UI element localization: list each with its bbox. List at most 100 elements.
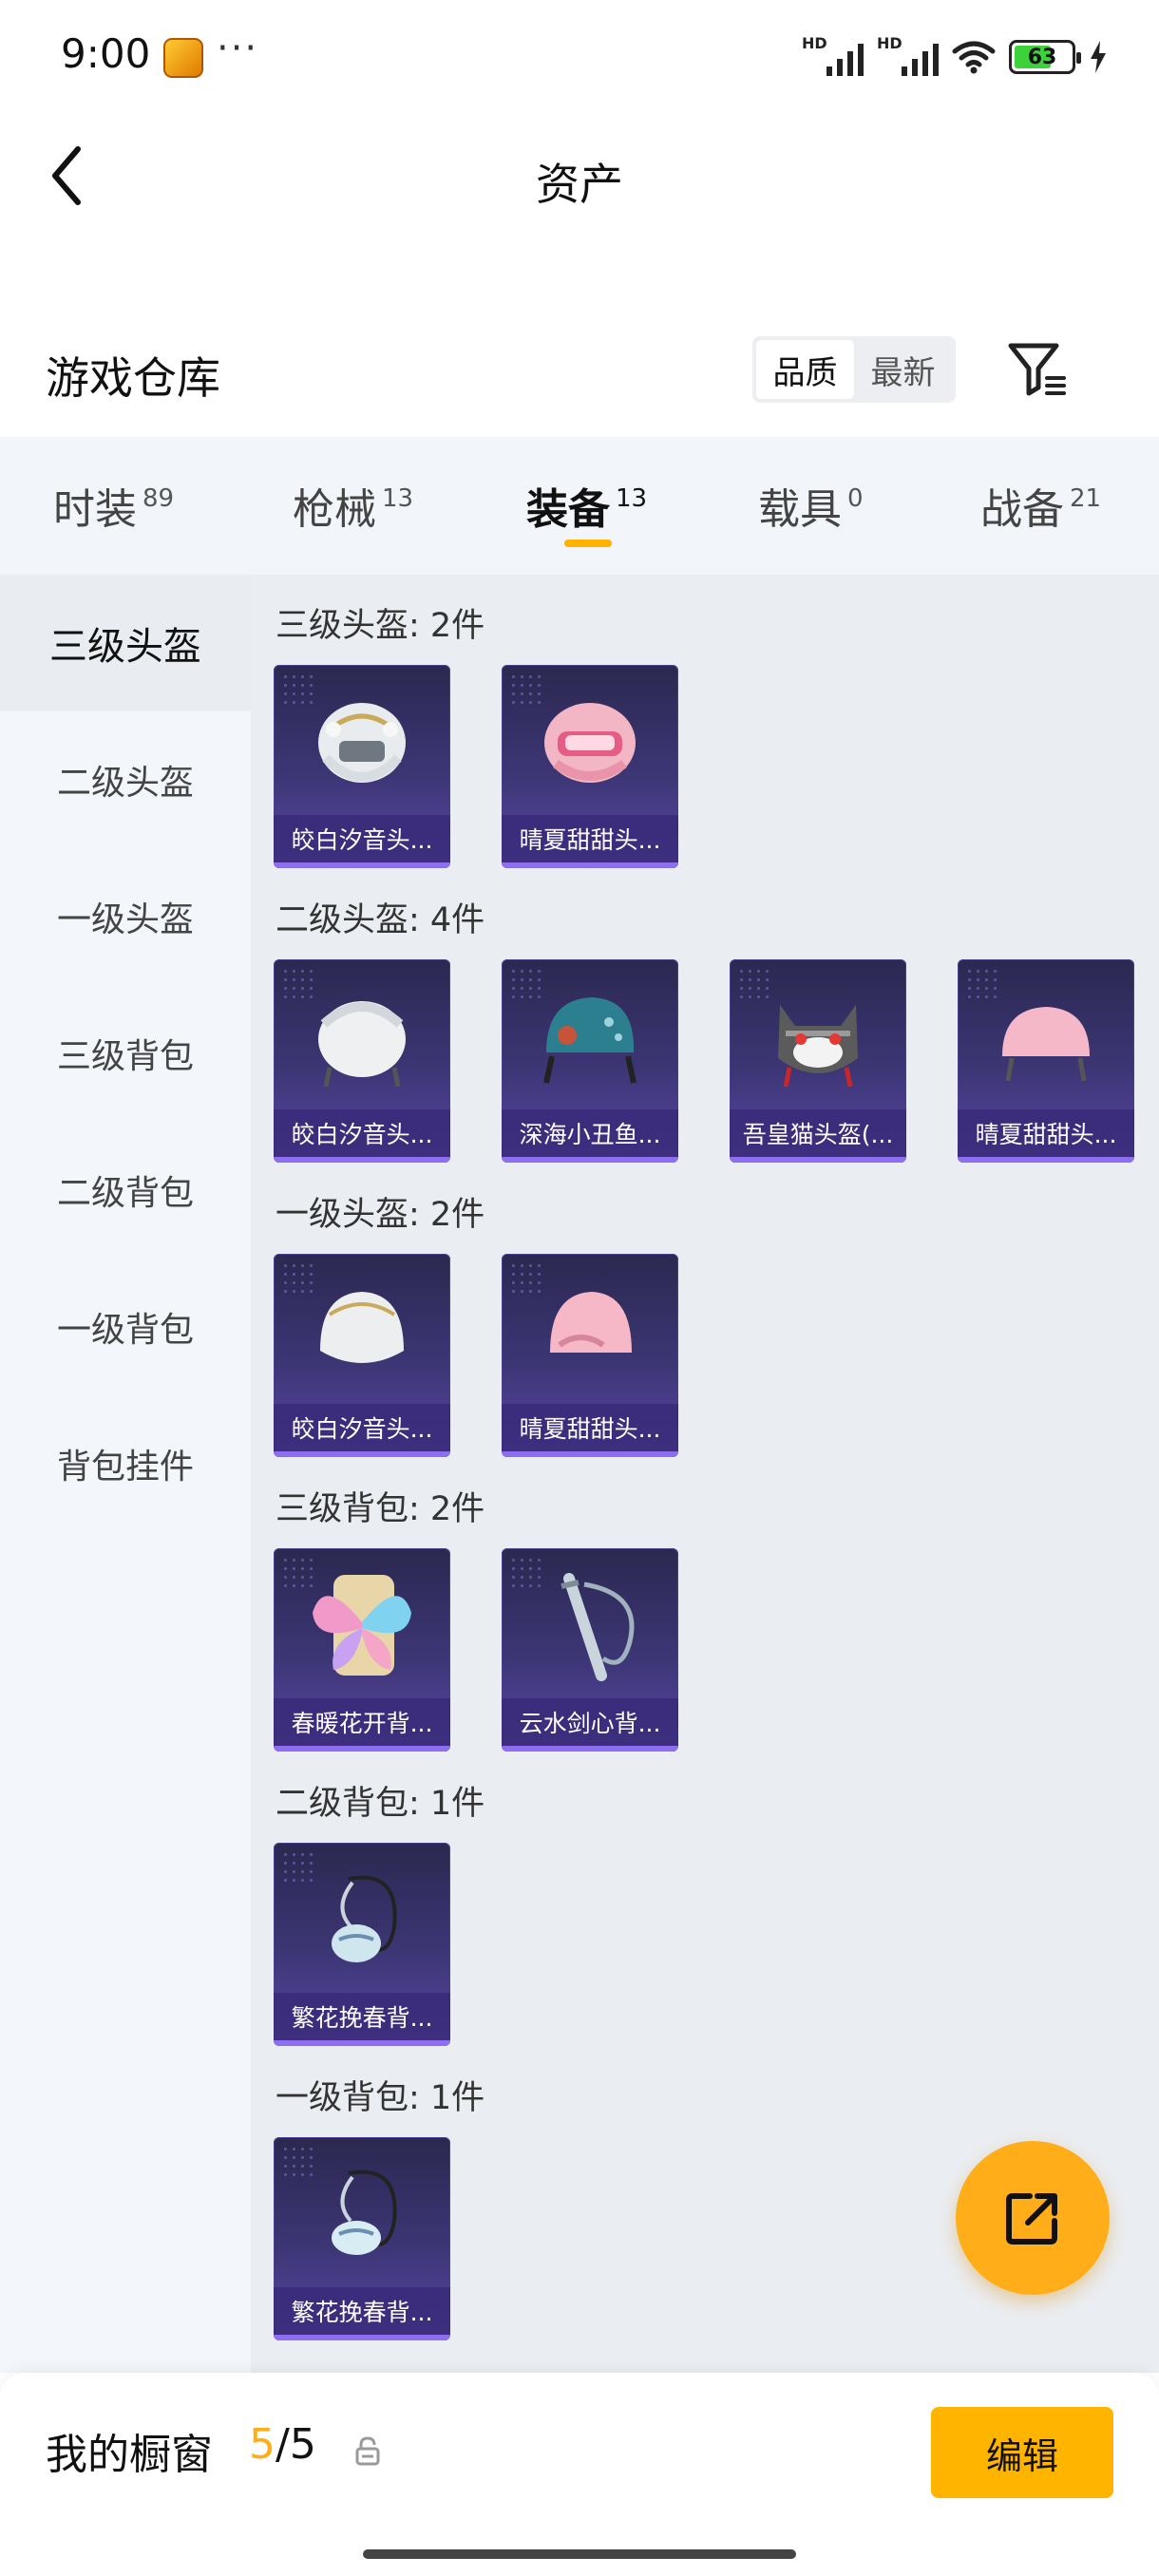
- charging-icon: [1091, 41, 1106, 73]
- item-card[interactable]: 皎白汐音头...: [274, 959, 450, 1163]
- item-card[interactable]: 晴夏甜甜头...: [502, 1254, 678, 1457]
- tab-label: 战备: [980, 485, 1064, 534]
- tab-count: 13: [616, 484, 648, 513]
- section-title: 一级头盔: 2件: [276, 1196, 485, 1234]
- item-card[interactable]: 深海小丑鱼...: [502, 959, 678, 1163]
- status-time: 9:00: [61, 30, 151, 77]
- sidebar-item-level1-backpack[interactable]: 一级背包: [0, 1259, 251, 1395]
- item-name: 皎白汐音头...: [274, 815, 450, 862]
- item-name: 皎白汐音头...: [274, 1109, 450, 1157]
- tab-fashion[interactable]: 时装 89: [53, 475, 174, 536]
- sword-backpack-icon: [560, 1573, 635, 1681]
- page-header: 资产: [0, 114, 1159, 237]
- battery-level: 63: [1027, 45, 1057, 69]
- item-card[interactable]: 繁花挽春背...: [274, 1843, 450, 2046]
- tab-label: 载具: [758, 485, 842, 534]
- tab-label: 枪械: [293, 485, 376, 534]
- tab-combat-gear[interactable]: 战备 21: [980, 475, 1101, 536]
- status-bar: 9:00 ··· HD HD 63: [0, 0, 1159, 114]
- item-name: 云水剑心背...: [502, 1698, 678, 1746]
- pink-helmet-icon: [550, 1292, 632, 1353]
- sidebar: 三级头盔 二级头盔 一级头盔 三级背包 二级背包 一级背包 背包挂件: [0, 575, 251, 2373]
- item-name: 吾皇猫头盔(...: [730, 1109, 906, 1157]
- section-title: 一级背包: 1件: [276, 2079, 485, 2117]
- tab-label: 时装: [53, 485, 137, 534]
- pink-helmet-icon: [544, 703, 636, 783]
- sort-toggle: 品质 最新: [752, 336, 956, 403]
- edit-button[interactable]: 编辑: [931, 2407, 1113, 2498]
- white-helmet-icon: [320, 1292, 404, 1363]
- home-indicator[interactable]: [363, 2549, 796, 2559]
- showcase-total: 5: [289, 2420, 316, 2469]
- butterfly-backpack-icon: [313, 1575, 411, 1676]
- item-card[interactable]: 吾皇猫头盔(...: [730, 959, 906, 1163]
- sidebar-item-level2-backpack[interactable]: 二级背包: [0, 1122, 251, 1259]
- wifi-icon: [952, 41, 996, 74]
- showcase-separator: /: [276, 2420, 290, 2469]
- item-name: 春暖花开背...: [274, 1698, 450, 1746]
- item-card[interactable]: 皎白汐音头...: [274, 665, 450, 868]
- app-notification-icon: [163, 38, 203, 78]
- signal-hd-label: HD: [802, 34, 827, 52]
- signal-icon: HD: [802, 34, 864, 76]
- status-icons: HD HD 63: [802, 34, 1108, 78]
- section-title: 二级背包: 1件: [276, 1785, 485, 1823]
- tab-firearms[interactable]: 枪械 13: [293, 475, 413, 536]
- item-card[interactable]: 繁花挽春背...: [274, 2137, 450, 2340]
- signal-hd-label-2: HD: [877, 34, 902, 52]
- sort-option-quality[interactable]: 品质: [756, 340, 854, 399]
- item-name: 繁花挽春背...: [274, 1993, 450, 2040]
- pouch-backpack-icon: [332, 1875, 397, 1962]
- item-name: 繁花挽春背...: [274, 2287, 450, 2335]
- item-name: 晴夏甜甜头...: [502, 1404, 678, 1451]
- page-title: 资产: [536, 159, 623, 210]
- filter-list-icon: [1008, 343, 1066, 396]
- item-name: 晴夏甜甜头...: [502, 815, 678, 862]
- pouch-backpack-icon: [332, 2169, 397, 2255]
- tab-count: 13: [382, 484, 414, 513]
- white-helmet-icon: [318, 1001, 406, 1088]
- warehouse-header: 游戏仓库 品质 最新: [0, 323, 1159, 437]
- section-title: 二级头盔: 4件: [276, 901, 485, 939]
- cat-helmet-icon: [778, 1005, 858, 1088]
- filter-button[interactable]: [1005, 338, 1070, 403]
- ornate-helmet-icon: [318, 703, 406, 783]
- share-out-icon: [1006, 2193, 1057, 2245]
- sidebar-item-backpack-charms[interactable]: 背包挂件: [0, 1395, 251, 1532]
- sidebar-item-level2-helmet[interactable]: 二级头盔: [0, 711, 251, 848]
- tab-equipment[interactable]: 装备 13: [526, 475, 647, 536]
- section-title: 三级头盔: 2件: [276, 607, 485, 645]
- item-name: 晴夏甜甜头...: [958, 1109, 1134, 1157]
- item-card[interactable]: 春暖花开背...: [274, 1548, 450, 1752]
- tab-count: 21: [1070, 484, 1102, 513]
- more-notifications-icon: ···: [217, 27, 259, 70]
- showcase-bar: 我的橱窗 5/5 编辑: [0, 2373, 1159, 2576]
- sidebar-item-level3-backpack[interactable]: 三级背包: [0, 985, 251, 1122]
- showcase-title: 我的橱窗: [46, 2431, 213, 2479]
- teal-helmet-icon: [543, 997, 636, 1084]
- item-name: 深海小丑鱼...: [502, 1109, 678, 1157]
- category-tabs: 时装 89 枪械 13 装备 13 载具 0 战备 21: [0, 437, 1159, 575]
- app-root: 9:00 ··· HD HD 63 资产 游戏仓库 品质 最新 时装 89 枪械…: [0, 0, 1159, 2576]
- signal-icon-2: HD: [877, 34, 939, 76]
- pink-helmet-icon: [1002, 1007, 1090, 1082]
- sort-option-newest[interactable]: 最新: [854, 340, 952, 399]
- item-card[interactable]: 皎白汐音头...: [274, 1254, 450, 1457]
- sidebar-item-level3-helmet[interactable]: 三级头盔: [0, 575, 251, 711]
- item-card[interactable]: 晴夏甜甜头...: [958, 959, 1134, 1163]
- sidebar-item-level1-helmet[interactable]: 一级头盔: [0, 848, 251, 985]
- battery-icon: 63: [1009, 40, 1081, 74]
- item-card[interactable]: 晴夏甜甜头...: [502, 665, 678, 868]
- showcase-used: 5: [249, 2420, 276, 2469]
- section-title: 三级背包: 2件: [276, 1490, 485, 1528]
- item-name: 皎白汐音头...: [274, 1404, 450, 1451]
- active-tab-indicator: [564, 540, 612, 547]
- lock-icon: [355, 2436, 380, 2466]
- tab-label: 装备: [526, 485, 610, 534]
- tab-count: 89: [142, 484, 175, 513]
- item-card[interactable]: 云水剑心背...: [502, 1548, 678, 1752]
- share-button[interactable]: [956, 2141, 1110, 2295]
- tab-count: 0: [847, 484, 864, 513]
- warehouse-title: 游戏仓库: [46, 352, 220, 404]
- tab-vehicles[interactable]: 载具 0: [758, 475, 864, 536]
